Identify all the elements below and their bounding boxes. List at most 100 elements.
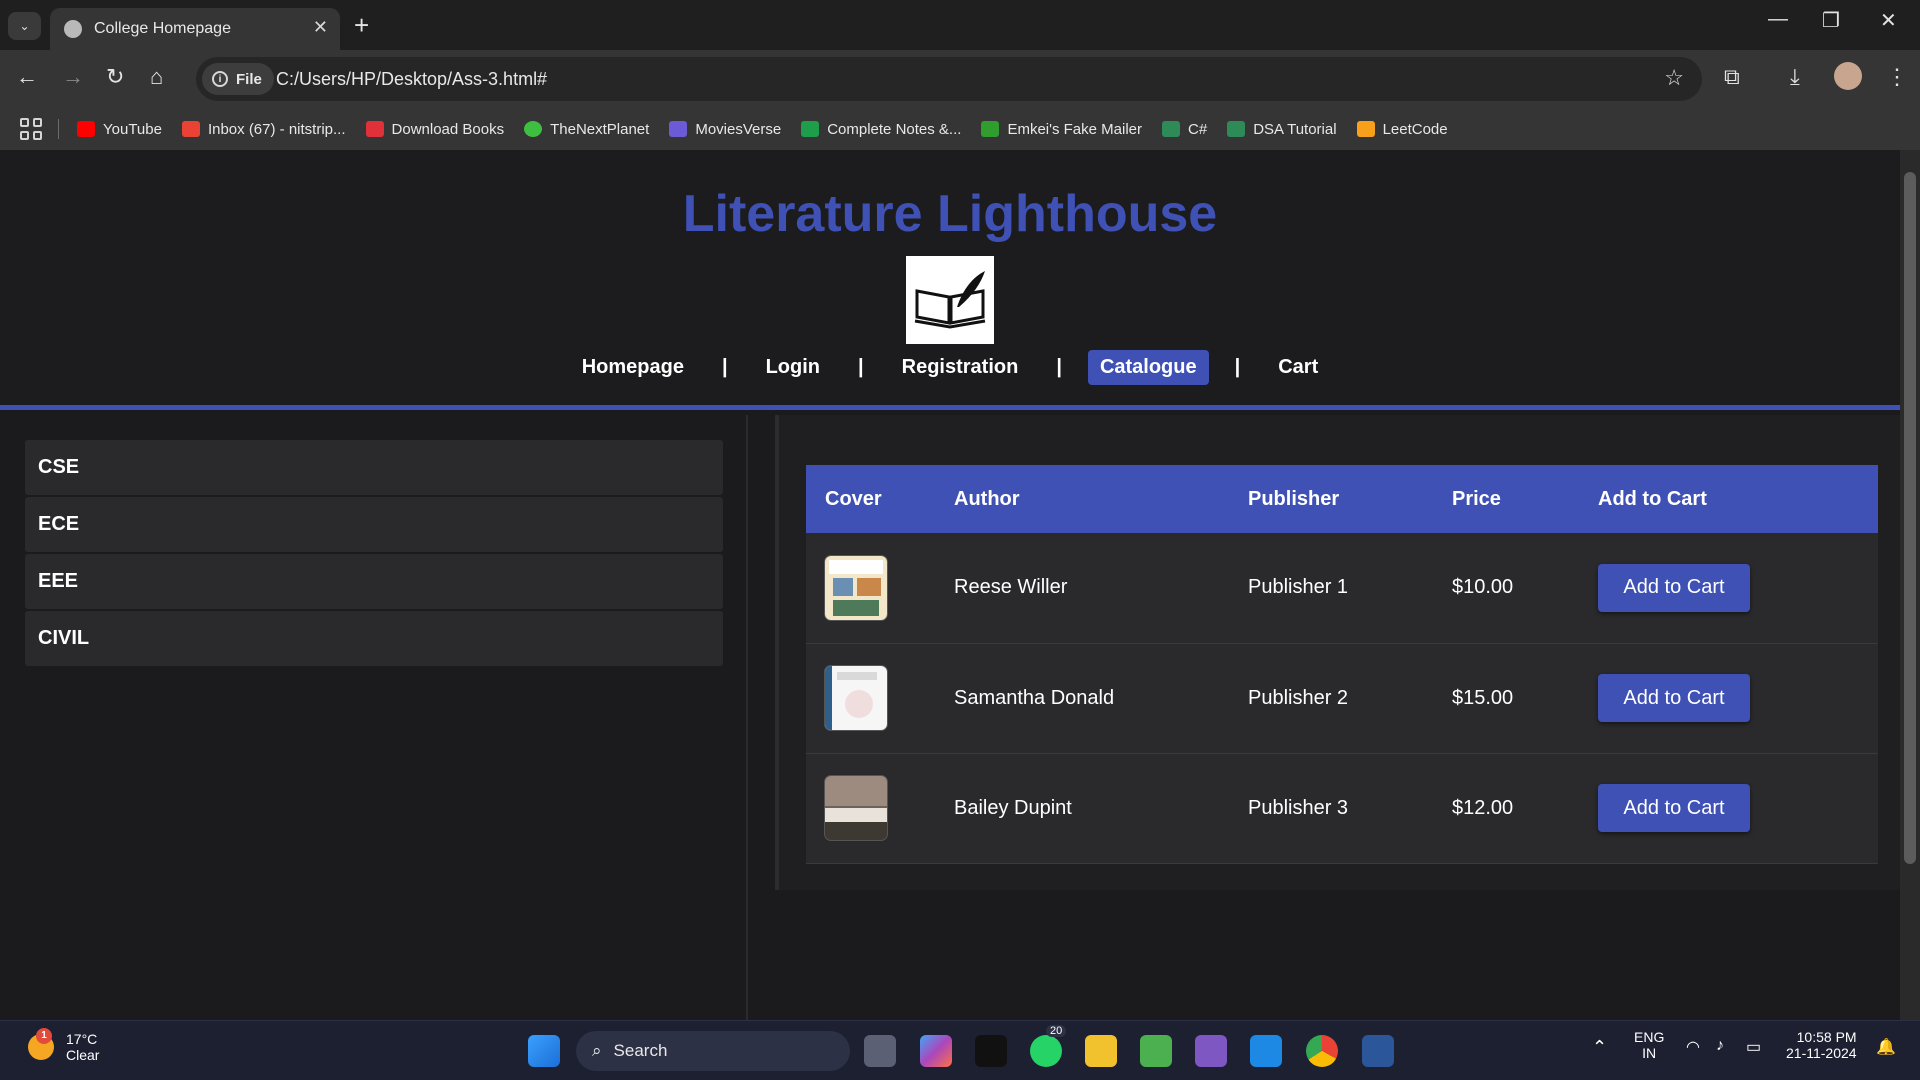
file-explorer-icon[interactable] (1085, 1035, 1117, 1067)
category-civil[interactable]: CIVIL (25, 611, 723, 666)
price-cell: $10.00 (1452, 576, 1514, 599)
bookmark-download-books[interactable]: Download Books (365, 121, 504, 138)
site-info-chip[interactable]: i File (202, 63, 274, 95)
back-icon[interactable]: ← (16, 64, 38, 90)
visual-studio-icon[interactable] (1195, 1035, 1227, 1067)
weather-widget[interactable]: 1 17°C Clear (28, 1028, 100, 1063)
language-indicator[interactable]: ENG IN (1634, 1029, 1664, 1061)
search-icon: ⌕ (592, 1041, 602, 1060)
task-view-icon[interactable] (864, 1035, 896, 1067)
chrome-icon[interactable] (1306, 1035, 1338, 1067)
bookmark-star-icon[interactable]: ☆ (1664, 65, 1684, 91)
address-bar[interactable]: i File C:/Users/HP/Desktop/Ass-3.html# ☆ (196, 57, 1702, 101)
bookmark-gmail[interactable]: Inbox (67) - nitstrip... (181, 121, 346, 138)
weather-badge: 1 (36, 1028, 52, 1044)
youtube-icon (77, 121, 95, 137)
volume-icon[interactable]: ♪ (1716, 1037, 1724, 1055)
book-cover-image (825, 555, 887, 620)
nav-homepage[interactable]: Homepage (570, 350, 696, 385)
category-cse[interactable]: CSE (25, 440, 723, 495)
apps-grid-icon[interactable] (20, 118, 42, 140)
tab-title: College Homepage (94, 20, 231, 37)
author-cell: Samantha Donald (954, 686, 1115, 709)
search-label: Search (613, 1041, 668, 1060)
windows-start-icon[interactable] (528, 1035, 560, 1067)
word-icon[interactable] (1362, 1035, 1394, 1067)
site-header: Literature Lighthouse Homepage | Login |… (0, 150, 1900, 410)
browser-tab[interactable]: College Homepage ✕ (50, 8, 340, 50)
catalogue-panel: Cover Author Publisher Price Add to Cart… (775, 415, 1900, 890)
bookmark-fake-mailer[interactable]: Emkei's Fake Mailer (981, 121, 1142, 138)
nav-separator: | (721, 356, 728, 378)
w3schools-icon (1162, 121, 1180, 137)
category-ece[interactable]: ECE (25, 497, 723, 552)
bookmark-leetcode[interactable]: LeetCode (1356, 121, 1448, 138)
bookmark-csharp[interactable]: C# (1162, 121, 1207, 138)
book-quill-logo-icon (906, 256, 994, 344)
column-header-publisher: Publisher (1248, 487, 1340, 510)
wifi-icon[interactable]: ◠ (1686, 1037, 1700, 1057)
forward-icon[interactable]: → (62, 64, 84, 90)
category-eee[interactable]: EEE (25, 554, 723, 609)
reload-icon[interactable]: ↻ (106, 64, 124, 90)
clock-time: 10:58 PM (1796, 1029, 1857, 1045)
new-tab-button[interactable]: + (354, 10, 369, 41)
profile-avatar[interactable] (1834, 62, 1862, 90)
w3schools-icon (1227, 121, 1246, 137)
nav-separator: | (1056, 356, 1062, 378)
tray-chevron-up-icon[interactable]: ⌃ (1592, 1037, 1607, 1058)
sheets-icon (801, 121, 820, 137)
bookmark-separator (58, 119, 59, 139)
publisher-cell: Publisher 3 (1248, 796, 1349, 819)
restore-icon[interactable]: ❐ (1822, 8, 1840, 33)
price-cell: $12.00 (1452, 796, 1514, 819)
bookmark-youtube[interactable]: YouTube (77, 121, 162, 138)
extensions-icon[interactable]: ⧉ (1724, 64, 1740, 90)
weather-desc: Clear (66, 1047, 100, 1063)
add-to-cart-button[interactable]: Add to Cart (1598, 784, 1750, 832)
column-header-cover: Cover (825, 487, 882, 510)
close-window-icon[interactable]: ✕ (1880, 8, 1897, 33)
weather-temp: 17°C (66, 1031, 98, 1047)
vscode-icon[interactable] (1250, 1035, 1282, 1067)
snipping-tool-icon[interactable] (1140, 1035, 1172, 1067)
copilot-icon[interactable] (920, 1035, 952, 1067)
nav-catalogue[interactable]: Catalogue (1087, 350, 1209, 385)
bookmark-complete-notes[interactable]: Complete Notes &... (801, 121, 961, 138)
nav-login[interactable]: Login (754, 350, 832, 385)
bookmark-moviesverse[interactable]: MoviesVerse (669, 121, 781, 138)
windows-taskbar: 1 17°C Clear ⌕ Search 20 ⌃ ENG IN ◠ ♪ ▭ … (0, 1020, 1920, 1080)
info-icon: i (212, 71, 228, 87)
nav-separator: | (1234, 356, 1241, 378)
url-text[interactable]: C:/Users/HP/Desktop/Ass-3.html# (276, 69, 547, 90)
web-page: Literature Lighthouse Homepage | Login |… (0, 150, 1900, 1020)
column-header-author: Author (954, 487, 1020, 510)
clock[interactable]: 10:58 PM 21-11-2024 (1786, 1029, 1857, 1061)
add-to-cart-button[interactable]: Add to Cart (1598, 563, 1750, 612)
catalogue-table: Cover Author Publisher Price Add to Cart… (806, 465, 1878, 864)
category-sidebar: CSE ECE EEE CIVIL (0, 415, 748, 1020)
tab-search-dropdown-icon[interactable]: ⌄ (8, 12, 41, 40)
minimize-icon[interactable]: — (1768, 8, 1788, 31)
battery-icon[interactable]: ▭ (1746, 1037, 1761, 1057)
add-to-cart-button[interactable]: Add to Cart (1598, 674, 1750, 722)
menu-kebab-icon[interactable]: ⋮ (1886, 64, 1908, 90)
publisher-cell: Publisher 2 (1248, 686, 1349, 709)
scrollbar-thumb[interactable] (1904, 172, 1916, 864)
whatsapp-icon[interactable] (1030, 1035, 1062, 1067)
download-icon[interactable]: ⤓ (1790, 64, 1800, 90)
moviesverse-icon (669, 121, 688, 137)
nav-registration[interactable]: Registration (890, 350, 1031, 385)
close-tab-icon[interactable]: ✕ (313, 17, 328, 38)
file-chip-label: File (236, 70, 262, 88)
clock-date: 21-11-2024 (1786, 1045, 1857, 1061)
bookmark-dsa-tutorial[interactable]: DSA Tutorial (1227, 121, 1337, 138)
tiktok-icon[interactable] (975, 1035, 1007, 1067)
home-icon[interactable]: ⌂ (150, 64, 163, 90)
taskbar-search[interactable]: ⌕ Search (576, 1031, 850, 1071)
nav-cart[interactable]: Cart (1266, 350, 1330, 385)
notification-bell-icon[interactable]: 🔔 (1876, 1037, 1896, 1057)
leetcode-icon (1356, 121, 1375, 137)
browser-toolbar: ← → ↻ ⌂ i File C:/Users/HP/Desktop/Ass-3… (0, 50, 1920, 108)
bookmark-thenextplanet[interactable]: TheNextPlanet (524, 121, 649, 138)
